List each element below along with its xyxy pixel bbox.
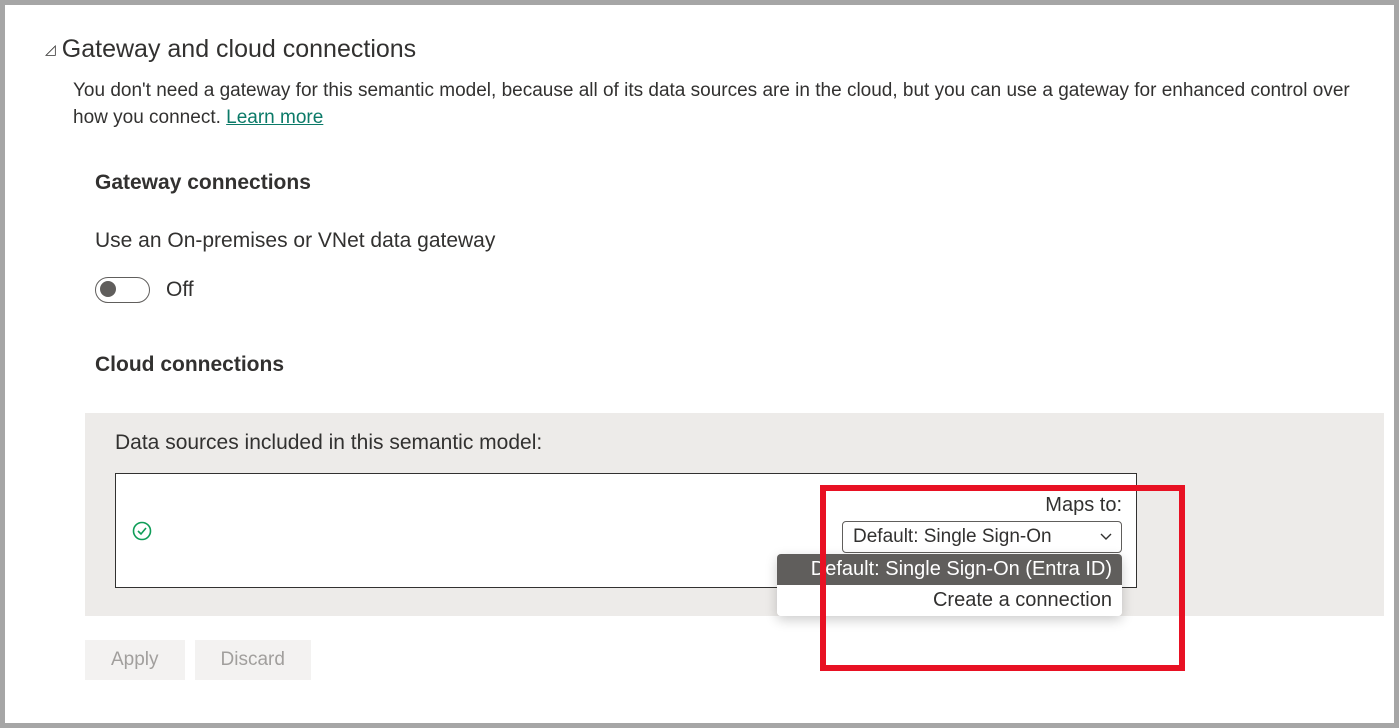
data-sources-panel: Data sources included in this semantic m… (85, 413, 1384, 616)
maps-to-label: Maps to: (842, 494, 1122, 517)
section-title: Gateway and cloud connections (62, 35, 416, 64)
dropdown-option-create[interactable]: Create a connection (777, 585, 1122, 616)
gateway-toggle[interactable] (95, 277, 150, 303)
discard-button[interactable]: Discard (195, 640, 311, 680)
dropdown-selected-text: Default: Single Sign-On (853, 526, 1052, 548)
toggle-knob (100, 281, 116, 297)
chevron-down-icon (1099, 529, 1113, 546)
gateway-toggle-label: Use an On-premises or VNet data gateway (95, 229, 1384, 253)
status-check-icon (132, 521, 152, 541)
apply-button[interactable]: Apply (85, 640, 185, 680)
maps-to-dropdown-menu: Default: Single Sign-On (Entra ID) Creat… (777, 554, 1122, 616)
maps-to-dropdown[interactable]: Default: Single Sign-On (842, 521, 1122, 553)
expand-collapse-icon[interactable]: ◿ (45, 41, 56, 58)
data-source-row: Maps to: Default: Single Sign-On Default… (115, 473, 1137, 588)
gateway-toggle-state: Off (166, 278, 194, 302)
data-sources-label: Data sources included in this semantic m… (115, 431, 1354, 455)
learn-more-link[interactable]: Learn more (226, 107, 323, 128)
gateway-connections-title: Gateway connections (95, 171, 1384, 195)
section-description: You don't need a gateway for this semant… (73, 78, 1384, 131)
section-header[interactable]: ◿ Gateway and cloud connections (45, 35, 1384, 64)
cloud-connections-title: Cloud connections (95, 353, 1384, 377)
dropdown-option-sso[interactable]: Default: Single Sign-On (Entra ID) (777, 554, 1122, 585)
